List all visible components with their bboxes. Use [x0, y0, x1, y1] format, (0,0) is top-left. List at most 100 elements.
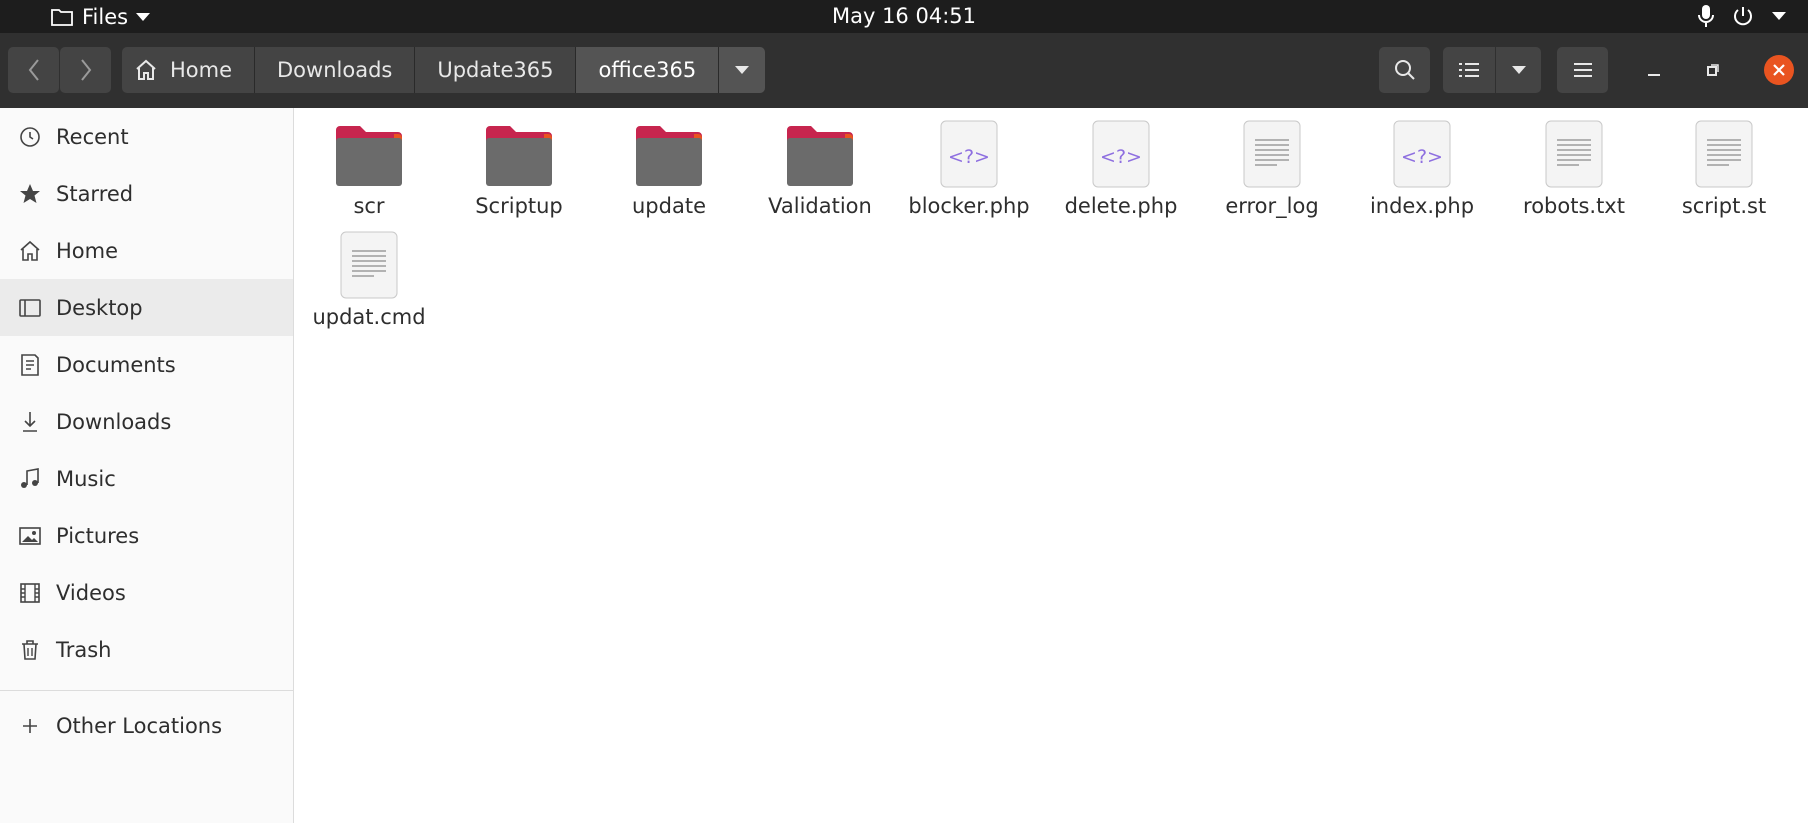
view-toggle-button[interactable] — [1443, 47, 1495, 93]
file-name: blocker.php — [908, 194, 1030, 218]
sidebar-item-label: Recent — [56, 124, 129, 149]
php-glyph: <?> — [948, 146, 990, 168]
sidebar-item-label: Documents — [56, 352, 176, 377]
close-button[interactable] — [1756, 47, 1802, 93]
file-name: scr — [353, 194, 385, 218]
folder-icon — [486, 126, 552, 186]
breadcrumb-label: office365 — [598, 58, 697, 82]
text-file-icon — [1243, 120, 1301, 188]
file-icon — [1649, 116, 1799, 188]
plus-icon — [23, 719, 37, 733]
file-icon: <?> — [1046, 116, 1196, 188]
breadcrumb-office365[interactable]: office365 — [576, 47, 720, 93]
list-view-icon — [1459, 63, 1479, 77]
sidebar-item-videos[interactable]: Videos — [0, 564, 293, 621]
restore-icon — [1707, 64, 1719, 76]
video-icon — [20, 582, 40, 603]
sidebar-item-label: Desktop — [56, 295, 143, 320]
header-bar: Home Downloads Update365 office365 — [0, 33, 1808, 108]
file-icon — [594, 116, 744, 188]
breadcrumb-update365[interactable]: Update365 — [415, 47, 577, 93]
text-file-icon — [1545, 120, 1603, 188]
sidebar-item-label: Home — [56, 238, 119, 263]
sidebar-item-recent[interactable]: Recent — [0, 108, 293, 165]
folder-icon — [636, 126, 702, 186]
sidebar-item-label: Music — [56, 466, 116, 491]
microphone-icon — [1698, 5, 1714, 27]
chevron-left-icon — [28, 59, 39, 81]
system-tray[interactable] — [1698, 4, 1786, 28]
sidebar-item-other-locations[interactable]: Other Locations — [0, 703, 293, 749]
file-item[interactable]: robots.txt — [1499, 116, 1649, 218]
maximize-button[interactable] — [1690, 47, 1736, 93]
forward-button[interactable] — [60, 47, 111, 93]
file-name: Scriptup — [475, 194, 563, 218]
main-menu-button[interactable] — [1557, 47, 1608, 93]
breadcrumb-menu-button[interactable] — [719, 47, 766, 93]
minimize-icon — [1648, 74, 1660, 76]
file-name: robots.txt — [1523, 194, 1625, 218]
file-item[interactable]: error_log — [1197, 116, 1347, 218]
file-item[interactable]: <?> delete.php — [1046, 116, 1196, 218]
back-button[interactable] — [8, 47, 59, 93]
desktop-icon — [19, 298, 41, 317]
sidebar-item-starred[interactable]: Starred — [0, 165, 293, 222]
home-icon — [20, 240, 40, 261]
clock[interactable]: May 16 04:51 — [0, 4, 1808, 28]
file-icon — [294, 116, 444, 188]
picture-icon — [19, 526, 41, 545]
folder-icon — [787, 126, 853, 186]
breadcrumb-home[interactable]: Home — [122, 47, 256, 93]
search-icon — [1394, 60, 1415, 80]
download-icon — [23, 411, 37, 432]
view-options-button[interactable] — [1496, 47, 1541, 93]
breadcrumb-downloads[interactable]: Downloads — [255, 47, 416, 93]
home-icon — [136, 59, 156, 80]
file-item[interactable]: updat.cmd — [294, 227, 444, 329]
sidebar-item-label: Other Locations — [56, 714, 223, 738]
sidebar-item-documents[interactable]: Documents — [0, 336, 293, 393]
chevron-down-icon — [1511, 66, 1526, 74]
file-icon — [444, 116, 594, 188]
file-item[interactable]: <?> index.php — [1347, 116, 1497, 218]
clock-icon — [20, 126, 40, 147]
sidebar-item-label: Downloads — [56, 409, 172, 434]
close-icon — [1764, 55, 1794, 85]
file-item[interactable]: Validation — [745, 116, 895, 218]
file-item[interactable]: <?> blocker.php — [894, 116, 1044, 218]
file-icon — [1197, 116, 1347, 188]
search-button[interactable] — [1379, 47, 1430, 93]
chevron-down-icon — [735, 66, 750, 74]
sidebar-item-desktop[interactable]: Desktop — [0, 279, 293, 336]
php-glyph: <?> — [1100, 146, 1142, 168]
music-icon — [21, 467, 39, 488]
chevron-right-icon — [80, 59, 91, 81]
file-item[interactable]: script.st — [1649, 116, 1799, 218]
trash-icon — [22, 639, 38, 660]
sidebar-item-label: Pictures — [56, 523, 140, 548]
file-name: error_log — [1225, 194, 1319, 218]
sidebar: Recent Starred Home Desktop Documents Do… — [0, 108, 294, 823]
file-icon — [1499, 116, 1649, 188]
sidebar-item-label: Videos — [56, 580, 126, 605]
file-item[interactable]: update — [594, 116, 744, 218]
file-item[interactable]: Scriptup — [444, 116, 594, 218]
file-name: index.php — [1369, 194, 1475, 218]
sidebar-item-downloads[interactable]: Downloads — [0, 393, 293, 450]
file-icon: <?> — [894, 116, 1044, 188]
document-icon — [21, 353, 39, 376]
file-name: script.st — [1681, 194, 1767, 218]
sidebar-item-trash[interactable]: Trash — [0, 621, 293, 678]
breadcrumb-label: Update365 — [437, 58, 554, 82]
file-name: update — [632, 194, 706, 218]
php-glyph: <?> — [1401, 146, 1443, 168]
file-item[interactable]: scr — [294, 116, 444, 218]
minimize-button[interactable] — [1631, 47, 1677, 93]
file-icon — [294, 227, 444, 299]
text-file-icon — [1695, 120, 1753, 188]
sidebar-item-pictures[interactable]: Pictures — [0, 507, 293, 564]
file-icon: <?> — [1347, 116, 1497, 188]
sidebar-item-music[interactable]: Music — [0, 450, 293, 507]
breadcrumb-label: Downloads — [277, 58, 393, 82]
sidebar-item-home[interactable]: Home — [0, 222, 293, 279]
